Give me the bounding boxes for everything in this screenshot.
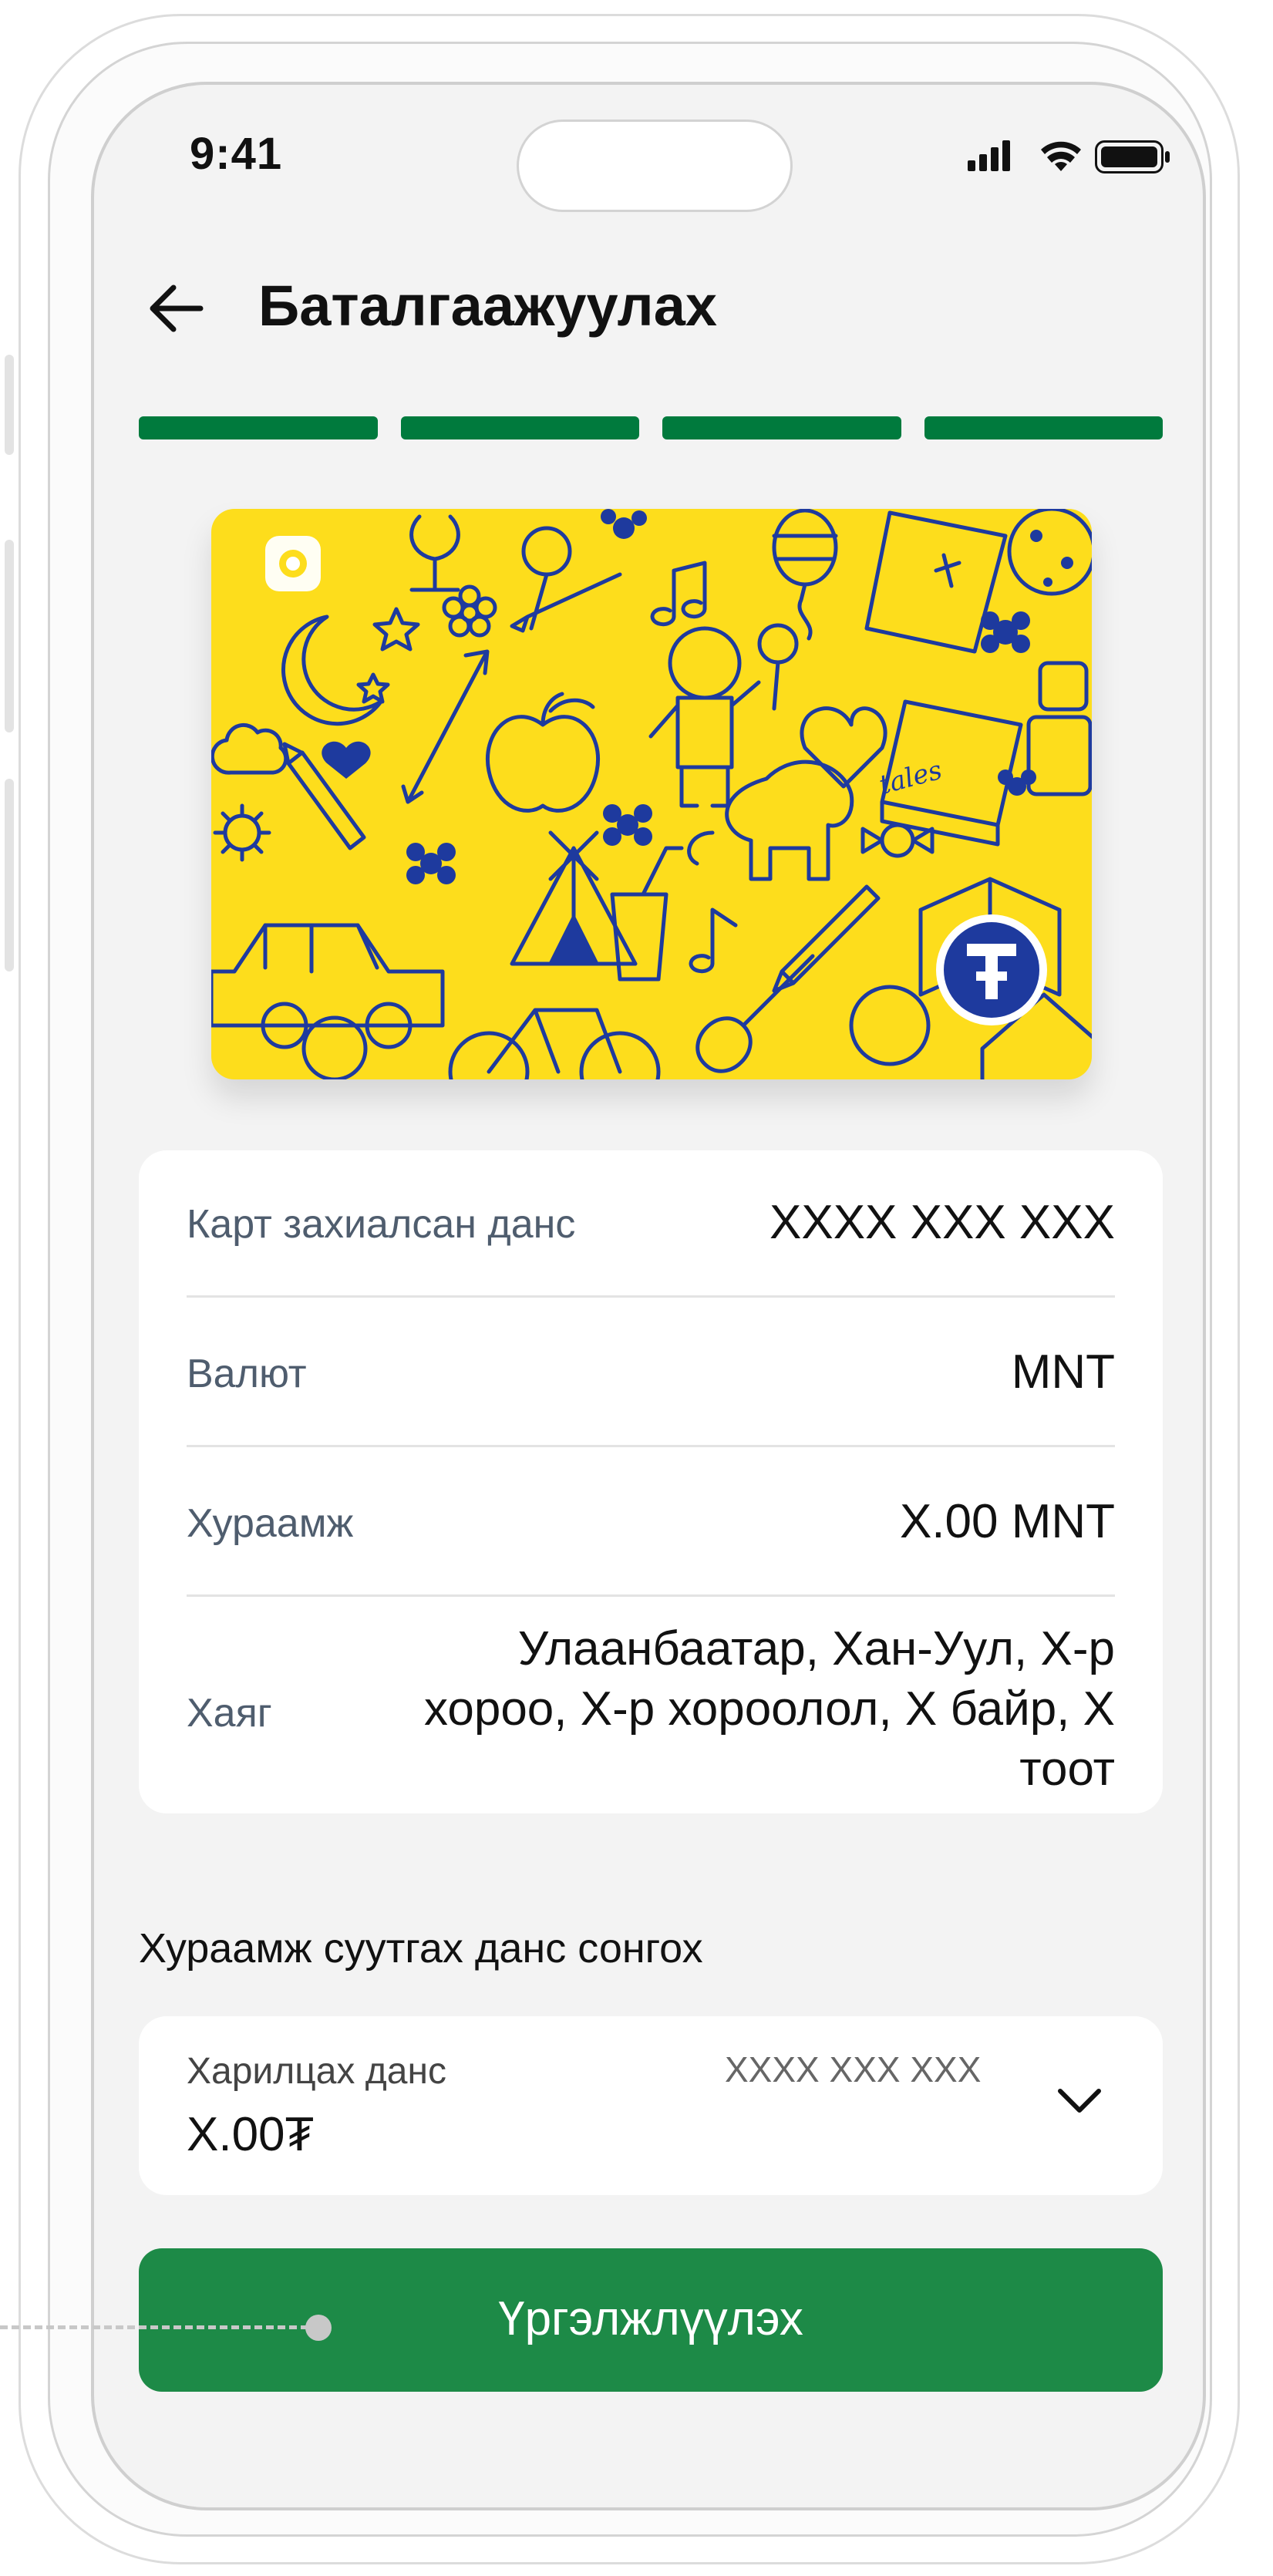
battery-icon bbox=[1095, 140, 1170, 173]
card-book-text: tales bbox=[876, 755, 945, 801]
detail-row-currency: Валют MNT bbox=[187, 1339, 1115, 1408]
detail-value: MNT bbox=[1011, 1345, 1115, 1399]
status-time: 9:41 bbox=[190, 129, 283, 179]
detail-value: XXXX XXX XXX bbox=[770, 1196, 1115, 1249]
detail-label: Валют bbox=[187, 1352, 307, 1396]
detail-label: Карт захиалсан данс bbox=[187, 1202, 576, 1247]
page-title: Баталгаажуулах bbox=[258, 274, 717, 338]
account-type-label: Харилцах данс bbox=[187, 2051, 446, 2092]
detail-label: Хаяг bbox=[187, 1691, 272, 1736]
detail-value-address: Улаанбаатар, Хан-Уул, X-р хороо, X-р хор… bbox=[424, 1619, 1115, 1800]
card-logo-icon bbox=[265, 536, 321, 591]
divider bbox=[187, 1445, 1115, 1447]
side-button-volume-up bbox=[5, 540, 14, 732]
address-line-1: Улаанбаатар, Хан-Уул, X-р bbox=[517, 1622, 1115, 1675]
signal-icon bbox=[968, 140, 1010, 171]
card-artwork: tales bbox=[211, 509, 1092, 1079]
dynamic-island bbox=[517, 120, 793, 212]
progress-step-3 bbox=[662, 416, 901, 439]
wifi-icon bbox=[1041, 141, 1081, 171]
step-progress bbox=[139, 416, 1163, 439]
account-number: XXXX XXX XXX bbox=[725, 2049, 982, 2089]
divider bbox=[187, 1594, 1115, 1597]
status-icons bbox=[968, 137, 1176, 180]
order-details-card: Карт захиалсан данс XXXX XXX XXX Валют M… bbox=[139, 1150, 1163, 1813]
address-line-2: хороо, X-р хороолол, X байр, X bbox=[424, 1682, 1115, 1736]
back-arrow-icon bbox=[150, 285, 204, 332]
side-button-volume-down bbox=[5, 779, 14, 971]
progress-step-2 bbox=[400, 416, 639, 439]
detail-value: X.00 MNT bbox=[899, 1495, 1115, 1548]
continue-button[interactable]: Үргэлжлүүлэх bbox=[139, 2248, 1163, 2392]
annotation-connector-dot bbox=[305, 2315, 332, 2341]
progress-step-1 bbox=[139, 416, 378, 439]
detail-row-account: Карт захиалсан данс XXXX XXX XXX bbox=[187, 1189, 1115, 1258]
continue-button-label: Үргэлжлүүлэх bbox=[498, 2292, 803, 2345]
progress-step-4 bbox=[924, 416, 1163, 439]
divider bbox=[187, 1295, 1115, 1298]
side-button-silent bbox=[5, 355, 14, 455]
fee-account-section-title: Хураамж суутгах данс сонгох bbox=[139, 1925, 703, 1972]
fee-account-select[interactable]: Харилцах данс XXXX XXX XXX X.00₮ bbox=[139, 2016, 1163, 2195]
chevron-down-icon[interactable] bbox=[1052, 2082, 1106, 2120]
annotation-connector-line bbox=[0, 2325, 308, 2329]
bank-logo-icon bbox=[936, 914, 1047, 1025]
detail-label: Хураамж bbox=[187, 1501, 354, 1546]
detail-row-address: Хаяг Улаанбаатар, Хан-Уул, X-р хороо, X-… bbox=[187, 1619, 1115, 1804]
detail-row-fee: Хураамж X.00 MNT bbox=[187, 1488, 1115, 1557]
address-line-3: тоот bbox=[1019, 1743, 1115, 1796]
card-preview: tales bbox=[211, 509, 1092, 1079]
account-balance: X.00₮ bbox=[187, 2108, 315, 2161]
back-button[interactable] bbox=[143, 274, 212, 343]
